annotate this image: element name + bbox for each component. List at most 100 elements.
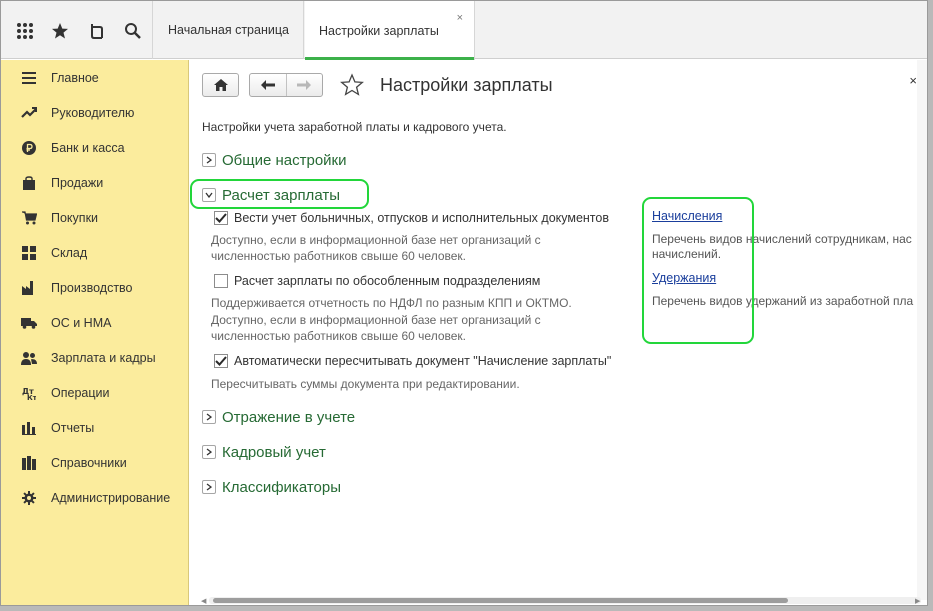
checkmark-icon [215, 213, 227, 223]
section-salary-calculation[interactable]: Расчет зарплаты [202, 184, 340, 206]
tab-salary-settings-label: Настройки зарплаты [319, 23, 439, 38]
sidebar-item-label: Руководителю [51, 106, 135, 120]
sidebar-item-label: ОС и НМА [51, 316, 112, 330]
horizontal-scrollbar[interactable] [209, 597, 921, 604]
section-accounting-reflection[interactable]: Отражение в учете [202, 406, 355, 428]
sidebar-item-fixed-assets[interactable]: ОС и НМА [1, 308, 189, 338]
option-hint: Доступно, если в информационной базе нет… [211, 313, 541, 327]
apps-grid-icon[interactable] [13, 19, 37, 43]
option-hint: Поддерживается отчетность по НДФЛ по раз… [211, 296, 572, 310]
close-form-icon[interactable]: × [909, 73, 917, 88]
sidebar-item-salary-hr[interactable]: Зарплата и кадры [1, 343, 189, 373]
books-icon [21, 455, 37, 471]
sidebar-item-sales[interactable]: Продажи [1, 168, 189, 198]
option-hint: численностью работников свыше 60 человек… [211, 249, 467, 263]
sidebar-item-purchases[interactable]: Покупки [1, 203, 189, 233]
chevron-right-icon [202, 480, 216, 494]
tab-close-icon[interactable]: × [457, 12, 463, 24]
sidebar-item-bank[interactable]: Банк и касса [1, 133, 189, 163]
chevron-right-icon [202, 410, 216, 424]
svg-text:Кт: Кт [27, 394, 36, 400]
chevron-right-icon [202, 153, 216, 167]
auto-recalc-checkbox[interactable] [214, 354, 228, 368]
deductions-link[interactable]: Удержания [652, 271, 716, 285]
accruals-hint: Перечень видов начислений сотрудникам, н… [652, 232, 912, 246]
sidebar-item-label: Производство [51, 281, 133, 295]
sidebar-item-label: Покупки [51, 211, 99, 225]
forward-button[interactable] [285, 74, 322, 96]
sidebar-item-directories[interactable]: Справочники [1, 448, 189, 478]
sidebar-item-production[interactable]: Производство [1, 273, 189, 303]
menu-icon [21, 70, 37, 86]
option-hint: численностью работников свыше 60 человек… [211, 329, 467, 343]
subdivisions-label[interactable]: Расчет зарплаты по обособленным подразде… [234, 274, 540, 288]
option-auto-recalc-row: Автоматически пересчитывать документ "На… [214, 352, 611, 370]
sidebar-item-label: Справочники [51, 456, 127, 470]
scroll-left-icon[interactable]: ◀ [201, 597, 206, 605]
main-content: Настройки зарплаты × Настройки учета зар… [190, 60, 927, 605]
ruble-icon [21, 140, 37, 156]
section-title: Отражение в учете [222, 408, 356, 426]
home-button[interactable] [202, 73, 239, 97]
search-icon[interactable] [121, 19, 145, 43]
sick-leave-checkbox[interactable] [214, 211, 228, 225]
top-toolbar [1, 1, 153, 59]
warehouse-icon [21, 245, 37, 261]
option-hint: Доступно, если в информационной базе нет… [211, 233, 541, 247]
app-window: Начальная страница Настройки зарплаты × … [0, 0, 928, 606]
sidebar-item-warehouse[interactable]: Склад [1, 238, 189, 268]
sidebar-item-label: Банк и касса [51, 141, 125, 155]
auto-recalc-label[interactable]: Автоматически пересчитывать документ "На… [234, 354, 611, 368]
sidebar: Главное Руководителю Банк и касса Продаж… [1, 60, 189, 605]
cart-icon [21, 210, 37, 226]
favorite-star-icon[interactable] [340, 73, 364, 97]
chevron-down-icon [202, 188, 216, 202]
section-title: Кадровый учет [222, 443, 326, 461]
home-icon [213, 79, 228, 91]
factory-icon [21, 280, 37, 296]
option-subdivisions-row: Расчет зарплаты по обособленным подразде… [214, 272, 540, 290]
page-title: Настройки зарплаты [380, 75, 553, 95]
deductions-hint: Перечень видов удержаний из заработной п… [652, 294, 914, 308]
tab-salary-settings[interactable]: Настройки зарплаты × [305, 1, 475, 60]
section-title: Общие настройки [222, 151, 347, 169]
sidebar-item-label: Зарплата и кадры [51, 351, 156, 365]
sidebar-item-label: Продажи [51, 176, 104, 190]
sidebar-item-administration[interactable]: Администрирование [1, 483, 189, 513]
subdivisions-checkbox[interactable] [214, 274, 228, 288]
horizontal-scrollbar-thumb[interactable] [213, 598, 788, 603]
trend-icon [21, 105, 37, 121]
section-hr-accounting[interactable]: Кадровый учет [202, 441, 326, 463]
sidebar-item-label: Отчеты [51, 421, 95, 435]
sick-leave-label[interactable]: Вести учет больничных, отпусков и исполн… [234, 211, 609, 225]
arrow-left-icon [260, 80, 275, 90]
operations-icon: Дт Кт [21, 385, 37, 401]
section-general-settings[interactable]: Общие настройки [202, 149, 347, 171]
sidebar-item-label: Администрирование [51, 491, 171, 505]
sidebar-item-manager[interactable]: Руководителю [1, 98, 189, 128]
vertical-scrollbar[interactable] [917, 60, 927, 600]
history-nav-group [249, 73, 323, 97]
history-icon[interactable] [85, 19, 109, 43]
sidebar-item-operations[interactable]: Дт Кт Операции [1, 378, 189, 408]
chevron-right-icon [202, 445, 216, 459]
section-classifiers[interactable]: Классификаторы [202, 476, 341, 498]
section-title: Классификаторы [222, 478, 342, 496]
sidebar-item-main[interactable]: Главное [1, 63, 189, 93]
back-button[interactable] [250, 74, 286, 96]
tab-home-page[interactable]: Начальная страница [154, 1, 304, 59]
option-sick-leave-row: Вести учет больничных, отпусков и исполн… [214, 209, 609, 227]
accruals-hint: начислений. [652, 247, 722, 261]
top-bar: Начальная страница Настройки зарплаты × [1, 1, 927, 60]
favorites-star-icon[interactable] [48, 19, 72, 43]
sidebar-item-label: Главное [51, 71, 99, 85]
sidebar-item-label: Склад [51, 246, 88, 260]
bar-chart-icon [21, 420, 37, 436]
section-title: Расчет зарплаты [222, 186, 340, 204]
page-subtitle: Настройки учета заработной платы и кадро… [202, 120, 507, 134]
scroll-right-icon[interactable]: ▶ [915, 597, 920, 605]
sidebar-item-reports[interactable]: Отчеты [1, 413, 189, 443]
accruals-link[interactable]: Начисления [652, 209, 722, 223]
option-hint: Пересчитывать суммы документа при редакт… [211, 377, 520, 391]
tab-home-label: Начальная страница [168, 23, 289, 37]
